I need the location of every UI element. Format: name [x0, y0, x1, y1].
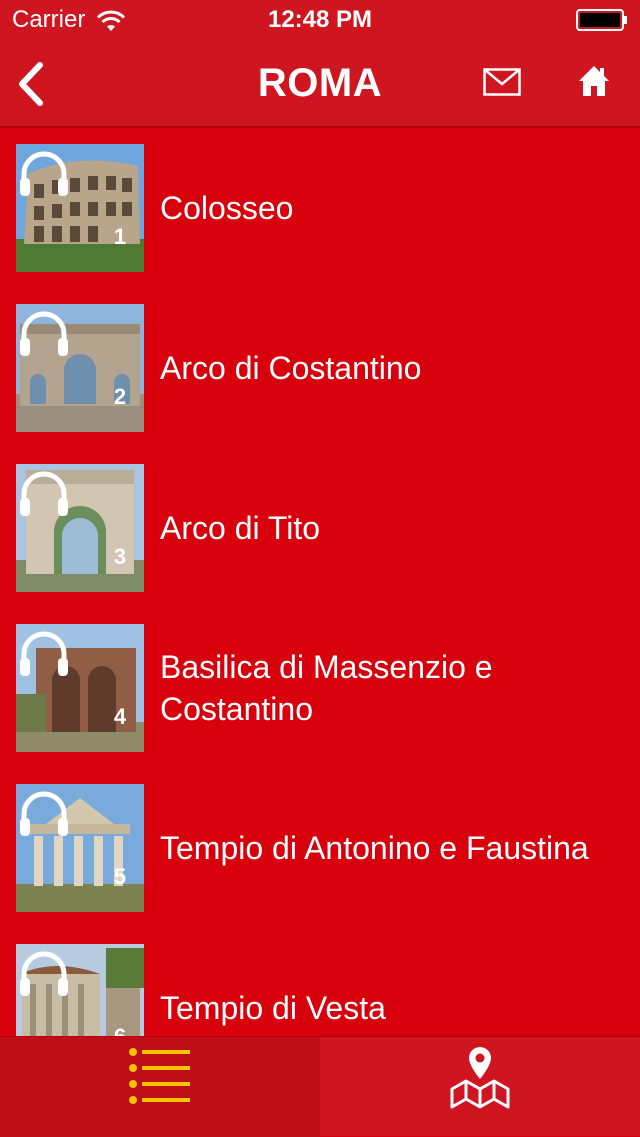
top-bar: Carrier 12:48 PM ROMA [0, 0, 640, 128]
home-icon[interactable] [578, 64, 610, 98]
list-icon [129, 1048, 190, 1104]
navigation-bar: ROMA [0, 40, 640, 126]
thumbnail-image: 4 [16, 624, 144, 752]
list-item[interactable]: 1 Colosseo [0, 128, 640, 288]
thumbnail-image: 6 [16, 944, 144, 1036]
headphones-icon [20, 791, 68, 836]
track-number: 1 [113, 224, 127, 249]
clock: 12:48 PM [267, 6, 373, 33]
list-item-label: Arco di Tito [160, 510, 321, 546]
list-item[interactable]: 4 Basilica di Massenzio e Costantino [0, 608, 640, 768]
list-item[interactable]: 2 Arco di Costantino [0, 288, 640, 448]
page-title: ROMA [257, 61, 383, 105]
headphones-icon [20, 631, 68, 676]
track-number: 3 [113, 544, 127, 569]
thumbnail-image: 2 [16, 304, 144, 432]
battery-icon [576, 9, 627, 31]
headphones-icon [20, 951, 68, 996]
list-item-label: Tempio di Antonino e Faustina [160, 830, 589, 866]
tab-bar [0, 1036, 640, 1137]
chevron-left-icon[interactable] [16, 62, 46, 106]
list-item-label: Basilica di Massenzio e Costantino [160, 649, 493, 727]
track-number: 2 [113, 384, 127, 409]
list-item-label: Tempio di Vesta [160, 990, 386, 1026]
map-pin-icon [450, 1047, 510, 1109]
track-number: 6 [92, 1024, 144, 1036]
track-number: 5 [113, 864, 127, 889]
thumbnail-image: 3 [16, 464, 144, 592]
envelope-icon[interactable] [483, 68, 521, 96]
headphones-icon [20, 471, 68, 516]
headphones-icon [20, 311, 68, 356]
list-item-label: Colosseo [160, 190, 294, 226]
tab-map[interactable] [320, 1037, 640, 1137]
tab-list[interactable] [0, 1037, 320, 1137]
list-item[interactable]: 5 Tempio di Antonino e Faustina [0, 768, 640, 928]
track-number: 4 [113, 704, 127, 729]
list-item-label: Arco di Costantino [160, 350, 422, 386]
headphones-icon [20, 151, 68, 196]
thumbnail-image: 1 [16, 144, 144, 272]
thumbnail-image: 5 [16, 784, 144, 912]
list-item[interactable]: 3 Arco di Tito [0, 448, 640, 608]
status-bar: Carrier 12:48 PM [0, 0, 640, 40]
list-item[interactable]: 6 Tempio di Vesta [0, 928, 640, 1036]
poi-list: 1 Colosseo 2 Arco di Costantino 3 Arco d… [0, 128, 640, 1036]
